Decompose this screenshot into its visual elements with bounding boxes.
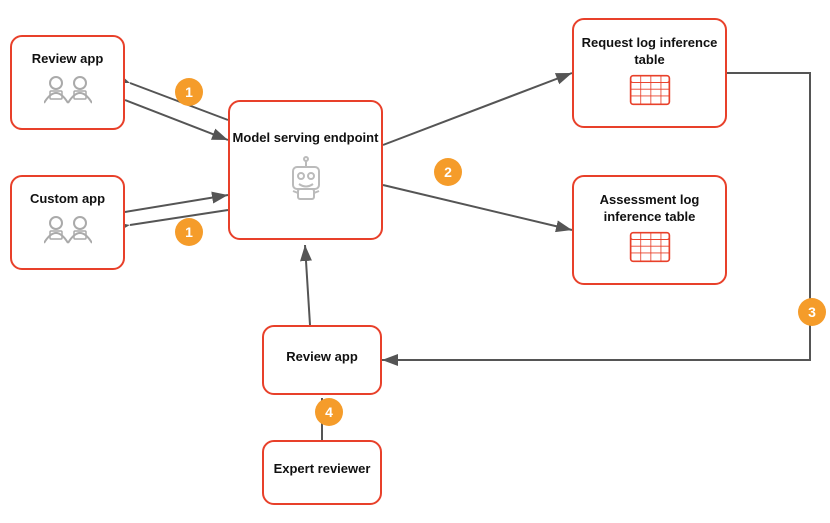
badge-2: 2 [434, 158, 462, 186]
request-log-label: Request log inference table [574, 35, 725, 69]
diagram-container: Review app Custom app [0, 0, 830, 523]
custom-app-icon [44, 213, 92, 254]
assessment-log-icon [628, 231, 672, 268]
review-app-top-label: Review app [32, 51, 104, 68]
badge-4: 4 [315, 398, 343, 426]
badge-1-bottom: 1 [175, 218, 203, 246]
model-serving-label: Model serving endpoint [233, 130, 379, 147]
custom-app-box: Custom app [10, 175, 125, 270]
review-app-top-icon [44, 73, 92, 114]
review-app-bottom-label: Review app [286, 349, 358, 366]
model-serving-icon [281, 153, 331, 210]
expert-reviewer-label: Expert reviewer [274, 461, 371, 478]
request-log-icon [628, 74, 672, 111]
request-log-box: Request log inference table [572, 18, 727, 128]
model-serving-box: Model serving endpoint [228, 100, 383, 240]
assessment-log-label: Assessment log inference table [574, 192, 725, 226]
assessment-log-box: Assessment log inference table [572, 175, 727, 285]
badge-1-top: 1 [175, 78, 203, 106]
review-app-bottom-box: Review app [262, 325, 382, 395]
custom-app-label: Custom app [30, 191, 105, 208]
badge-3: 3 [798, 298, 826, 326]
review-app-top-box: Review app [10, 35, 125, 130]
expert-reviewer-box: Expert reviewer [262, 440, 382, 505]
